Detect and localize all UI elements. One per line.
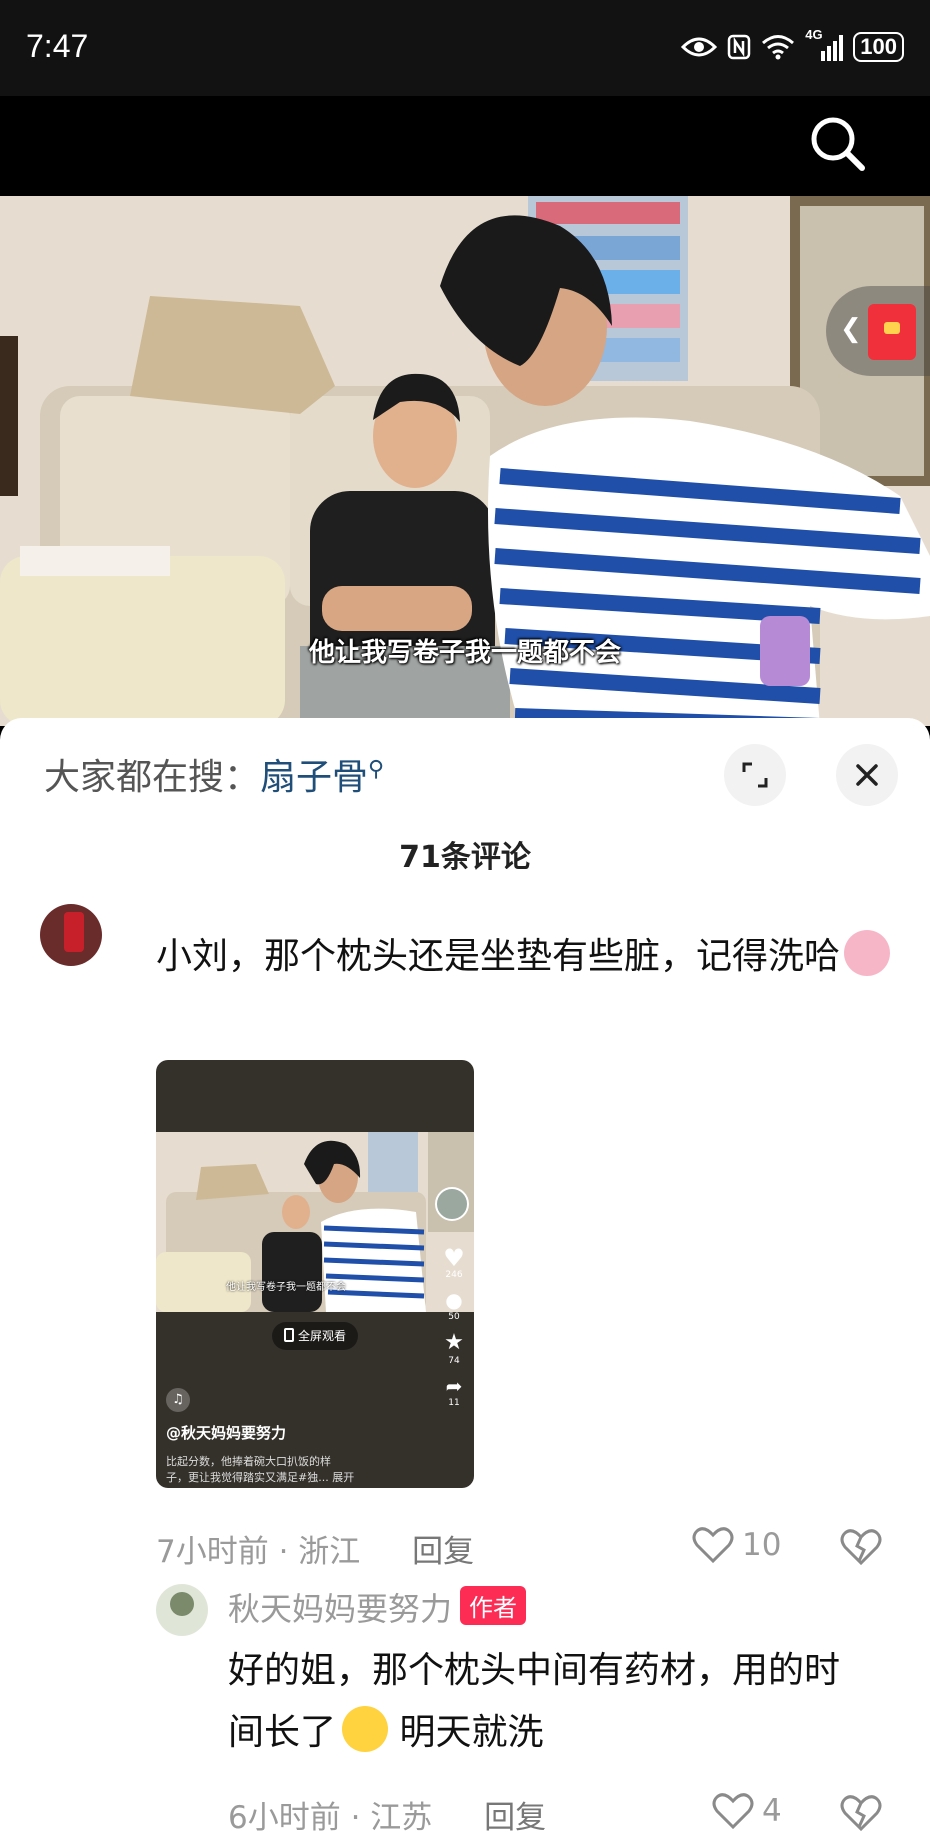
status-bar: 7:47 4G 100	[0, 0, 930, 96]
close-icon	[856, 764, 878, 786]
trending-search-term[interactable]: 扇子骨	[260, 757, 368, 798]
eye-icon	[681, 37, 718, 57]
reply-meta: 6小时前 · 江苏 回复	[228, 1800, 547, 1836]
search-icon[interactable]	[808, 114, 868, 174]
reply-location: 江苏	[370, 1800, 433, 1836]
expand-button[interactable]	[724, 744, 786, 806]
comment-body: 小刘，那个枕头还是坐垫有些脏，记得洗哈	[156, 936, 841, 977]
thumbnail-caption: 他让我写卷子我一题都不会	[226, 1282, 346, 1293]
avatar[interactable]	[40, 904, 102, 966]
comment-bubble-icon: ●	[445, 1288, 463, 1312]
network-type: 4G	[805, 27, 823, 42]
fullscreen-icon	[284, 1328, 294, 1342]
comment-count-small: 50	[448, 1312, 460, 1322]
side-panel-handle[interactable]: ❮	[826, 286, 930, 376]
reply-button[interactable]: 回复	[412, 1534, 474, 1570]
author-name[interactable]: 秋天妈妈要努力	[228, 1590, 452, 1628]
battery-icon: 100	[853, 32, 904, 62]
battery-level: 100	[860, 34, 897, 59]
share-count: 11	[448, 1398, 460, 1408]
nfc-icon	[728, 34, 751, 60]
comment-time: 7小时前	[156, 1534, 269, 1570]
reply-time: 6小时前	[228, 1800, 341, 1836]
fullscreen-label: 全屏观看	[298, 1329, 347, 1343]
signal-icon: 4G	[805, 27, 844, 61]
like-count: 246	[445, 1270, 463, 1280]
reply-text: 好的姐，那个枕头中间有药材，用的时 间长了 明天就洗	[228, 1640, 918, 1764]
like-button[interactable]: 10	[692, 1526, 781, 1564]
author-badge: 作者	[460, 1586, 527, 1625]
comment-text: 小刘，那个枕头还是坐垫有些脏，记得洗哈	[156, 926, 896, 988]
reply-button[interactable]: 回复	[484, 1800, 546, 1836]
thumbnail-description: 比起分数，他捧着碗大口扒饭的样 子，更让我觉得踏实又满足#独... 展开	[166, 1454, 426, 1486]
comment-meta: 7小时前 · 浙江 回复	[156, 1534, 475, 1570]
top-bar	[0, 96, 930, 196]
like-count: 4	[762, 1793, 782, 1829]
heart-outline-icon	[692, 1527, 734, 1564]
thumbnail-desc-line2: 子，更让我觉得踏实又满足#独... 展开	[166, 1471, 355, 1484]
thumbnail-action-bar: ♥ 246 ● 50 ★ 74 ➦ 11	[436, 1246, 472, 1408]
reply-line1: 好的姐，那个枕头中间有药材，用的时	[228, 1650, 841, 1691]
trending-search[interactable]: 大家都在搜：扇子骨⚲	[44, 748, 384, 800]
heart-icon: ♥	[443, 1244, 465, 1272]
favorite-count: 74	[448, 1356, 460, 1366]
wifi-icon	[762, 35, 795, 60]
video-player[interactable]: 他让我写卷子我一题都不会 ❮	[0, 196, 930, 726]
author-avatar[interactable]	[156, 1584, 208, 1636]
heart-outline-icon	[712, 1793, 754, 1830]
red-packet-icon[interactable]	[868, 304, 916, 360]
comment-count: 71条评论	[399, 840, 531, 875]
status-icons: 4G 100	[681, 27, 904, 62]
star-icon: ★	[444, 1330, 464, 1355]
expand-link[interactable]: 展开	[332, 1471, 354, 1484]
share-icon: ➦	[445, 1374, 463, 1398]
expand-icon	[742, 762, 768, 788]
music-icon: ♫	[166, 1388, 190, 1412]
trending-search-prefix: 大家都在搜：	[44, 757, 261, 798]
reply-line2: 间长了 明天就洗	[228, 1702, 918, 1764]
status-time: 7:47	[26, 28, 89, 64]
comment-location: 浙江	[298, 1534, 361, 1570]
mini-search-icon: ⚲	[368, 757, 385, 782]
thumbnail-fullscreen-button[interactable]: 全屏观看	[272, 1322, 359, 1350]
like-count: 10	[742, 1527, 782, 1563]
grinning-sweat-emoji-icon	[342, 1706, 389, 1752]
attached-video-thumbnail[interactable]: 他让我写卷子我一题都不会 全屏观看 ♥ 246 ● 50 ★ 74 ➦ 11 ♫…	[156, 1060, 474, 1488]
thumbnail-handle: @秋天妈妈要努力	[166, 1424, 287, 1442]
video-caption: 他让我写卷子我一题都不会	[308, 638, 621, 668]
chevron-left-icon: ❮	[840, 314, 862, 344]
close-button[interactable]	[836, 744, 898, 806]
hug-emoji-icon	[844, 930, 891, 976]
author-name-row: 秋天妈妈要努力 作者	[228, 1584, 527, 1630]
dislike-icon[interactable]	[840, 1794, 882, 1832]
comment-panel: 大家都在搜：扇子骨⚲ 71条评论 小刘，那个枕头还是坐垫有些脏，记得洗哈 他让我…	[0, 718, 930, 1844]
like-button[interactable]: 4	[712, 1792, 782, 1830]
dislike-icon[interactable]	[840, 1528, 882, 1566]
thumbnail-desc-line1: 比起分数，他捧着碗大口扒饭的样	[166, 1455, 331, 1468]
